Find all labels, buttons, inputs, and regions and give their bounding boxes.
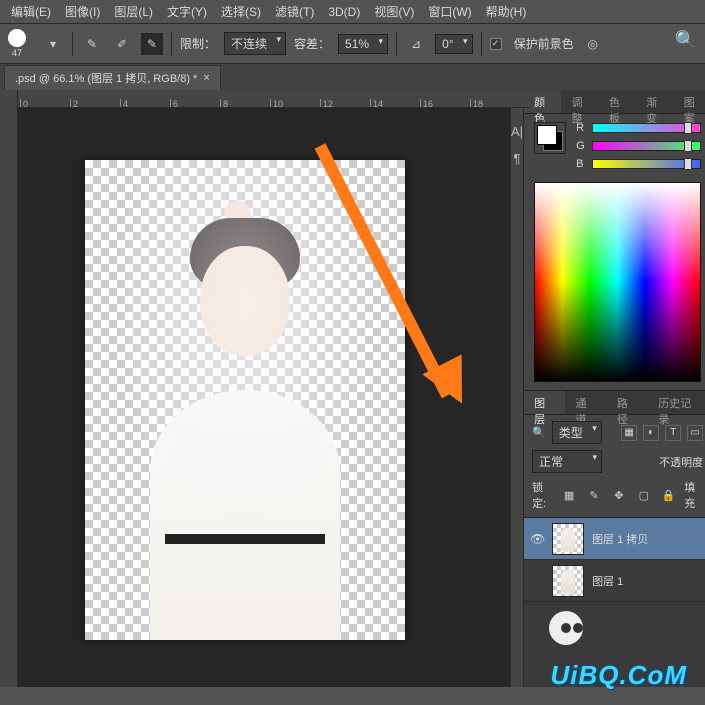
fill-label: 填充 (684, 479, 703, 511)
visibility-toggle[interactable]: 👁 (530, 532, 544, 546)
sampling-bg-icon[interactable]: ✎ (141, 33, 163, 55)
filter-shape-icon[interactable]: ▭ (687, 425, 703, 441)
menu-help[interactable]: 帮助(H) (479, 3, 534, 20)
limit-label: 限制： (180, 35, 216, 52)
brush-preset[interactable]: 47 (8, 29, 26, 58)
ruler-vertical[interactable] (0, 90, 18, 687)
layers-panel-tabs: 图层 通道 路径 历史记录 (524, 391, 705, 415)
menu-text[interactable]: 文字(Y) (160, 3, 214, 20)
sampling-once-icon[interactable]: ✐ (111, 33, 133, 55)
slider-g[interactable] (592, 141, 701, 151)
ruler-tick: 16 (420, 99, 433, 107)
limit-dropdown[interactable]: 不连续 (224, 32, 286, 55)
slider-r[interactable] (592, 123, 701, 133)
tab-paths[interactable]: 路径 (607, 391, 648, 414)
brush-size-value: 47 (12, 48, 22, 58)
right-panels: 颜色 调整 色板 渐变 图案 R G B 图层 通道 路径 历史记录 🔍 类型 … (524, 90, 705, 687)
channel-g-label: G (576, 140, 586, 152)
collapsed-panels: ⫴ A| ¶ (510, 90, 524, 687)
channel-r-label: R (576, 122, 586, 134)
wechat-icon (549, 611, 583, 645)
menu-bar: 编辑(E) 图像(I) 图层(L) 文字(Y) 选择(S) 滤镜(T) 3D(D… (0, 0, 705, 24)
ruler-tick: 2 (70, 99, 78, 107)
channel-b-label: B (576, 158, 586, 170)
close-tab-icon[interactable]: × (203, 72, 209, 84)
blend-mode-dropdown[interactable]: 正常 (532, 450, 602, 473)
canvas-area: 0 2 4 6 8 10 12 14 16 18 (0, 90, 510, 687)
ruler-tick: 0 (20, 99, 28, 107)
lock-brush-icon[interactable]: ✎ (585, 484, 604, 506)
panel-icon-paragraph[interactable]: ¶ (514, 151, 521, 166)
color-spectrum[interactable] (534, 182, 701, 382)
ruler-tick: 6 (170, 99, 178, 107)
menu-layer[interactable]: 图层(L) (107, 3, 160, 20)
layer-thumbnail[interactable] (552, 565, 584, 597)
ruler-tick: 18 (470, 99, 483, 107)
document-tab[interactable]: .psd @ 66.1% (图层 1 拷贝, RGB/8) * × (4, 65, 221, 90)
document-tab-bar: .psd @ 66.1% (图层 1 拷贝, RGB/8) * × (0, 64, 705, 90)
menu-select[interactable]: 选择(S) (214, 3, 268, 20)
menu-edit[interactable]: 编辑(E) (4, 3, 58, 20)
document-tab-title: .psd @ 66.1% (图层 1 拷贝, RGB/8) * (15, 70, 197, 86)
lock-position-icon[interactable]: ✥ (609, 484, 628, 506)
panel-icon-character[interactable]: A| (511, 124, 523, 139)
menu-image[interactable]: 图像(I) (58, 3, 107, 20)
layer-name[interactable]: 图层 1 (592, 573, 623, 589)
ruler-tick: 12 (320, 99, 333, 107)
tool-options-bar: 47 ▾ ✎ ✐ ✎ 限制： 不连续 容差： 51% ⊿ 0° ✓ 保护前景色 … (0, 24, 705, 64)
layer-name[interactable]: 图层 1 拷贝 (592, 531, 648, 547)
lock-pixels-icon[interactable]: ▦ (560, 484, 579, 506)
tolerance-value[interactable]: 51% (338, 34, 388, 54)
sampling-continuous-icon[interactable]: ✎ (81, 33, 103, 55)
ruler-horizontal[interactable]: 0 2 4 6 8 10 12 14 16 18 (0, 90, 530, 108)
filter-pixel-icon[interactable]: ▦ (621, 425, 637, 441)
layer-filter-type[interactable]: 类型 (552, 421, 602, 444)
tab-gradient[interactable]: 渐变 (636, 90, 673, 113)
tab-adjust[interactable]: 调整 (561, 90, 598, 113)
target-icon[interactable]: ◎ (582, 33, 604, 55)
canvas[interactable] (85, 160, 405, 640)
tab-swatch[interactable]: 色板 (599, 90, 636, 113)
layer-row[interactable]: 👁 图层 1 拷贝 (524, 518, 705, 560)
menu-3d[interactable]: 3D(D) (321, 5, 367, 19)
menu-filter[interactable]: 滤镜(T) (268, 3, 321, 20)
image-content (85, 160, 405, 640)
opacity-label: 不透明度 (659, 454, 703, 470)
brush-preview-icon (8, 29, 26, 47)
search-icon[interactable]: 🔍 (675, 30, 697, 51)
angle-value[interactable]: 0° (435, 34, 472, 54)
layer-list: 👁 图层 1 拷贝 图层 1 (524, 518, 705, 687)
layer-filter-icons: ▦ ◐ T ▭ (621, 425, 703, 441)
ruler-tick: 4 (120, 99, 128, 107)
tab-history[interactable]: 历史记录 (648, 391, 705, 414)
protect-fg-checkbox[interactable]: ✓ (490, 38, 502, 50)
tab-pattern[interactable]: 图案 (674, 90, 705, 113)
filter-text-icon[interactable]: T (665, 425, 681, 441)
protect-fg-label: 保护前景色 (514, 35, 574, 52)
layer-row[interactable]: 图层 1 (524, 560, 705, 602)
angle-icon: ⊿ (405, 33, 427, 55)
fg-bg-swatch[interactable] (534, 122, 566, 154)
ruler-tick: 8 (220, 99, 228, 107)
ruler-tick: 10 (270, 99, 283, 107)
lock-artboard-icon[interactable]: ▢ (634, 484, 653, 506)
menu-window[interactable]: 窗口(W) (421, 3, 478, 20)
menu-view[interactable]: 视图(V) (367, 3, 421, 20)
tab-channels[interactable]: 通道 (565, 391, 606, 414)
lock-label: 锁定: (532, 479, 554, 511)
tolerance-label: 容差： (294, 35, 330, 52)
layers-panel: 图层 通道 路径 历史记录 🔍 类型 ▦ ◐ T ▭ 正常 不透明度 锁定: ▦… (524, 391, 705, 687)
slider-b[interactable] (592, 159, 701, 169)
lock-all-icon[interactable]: 🔒 (659, 484, 678, 506)
layer-thumbnail[interactable] (552, 523, 584, 555)
color-panel-tabs: 颜色 调整 色板 渐变 图案 (524, 90, 705, 114)
tab-layers[interactable]: 图层 (524, 391, 565, 414)
filter-adjust-icon[interactable]: ◐ (643, 425, 659, 441)
search-small-icon: 🔍 (532, 426, 546, 439)
color-panel: R G B (524, 114, 705, 391)
ruler-tick: 14 (370, 99, 383, 107)
chevron-down-icon[interactable]: ▾ (42, 33, 64, 55)
